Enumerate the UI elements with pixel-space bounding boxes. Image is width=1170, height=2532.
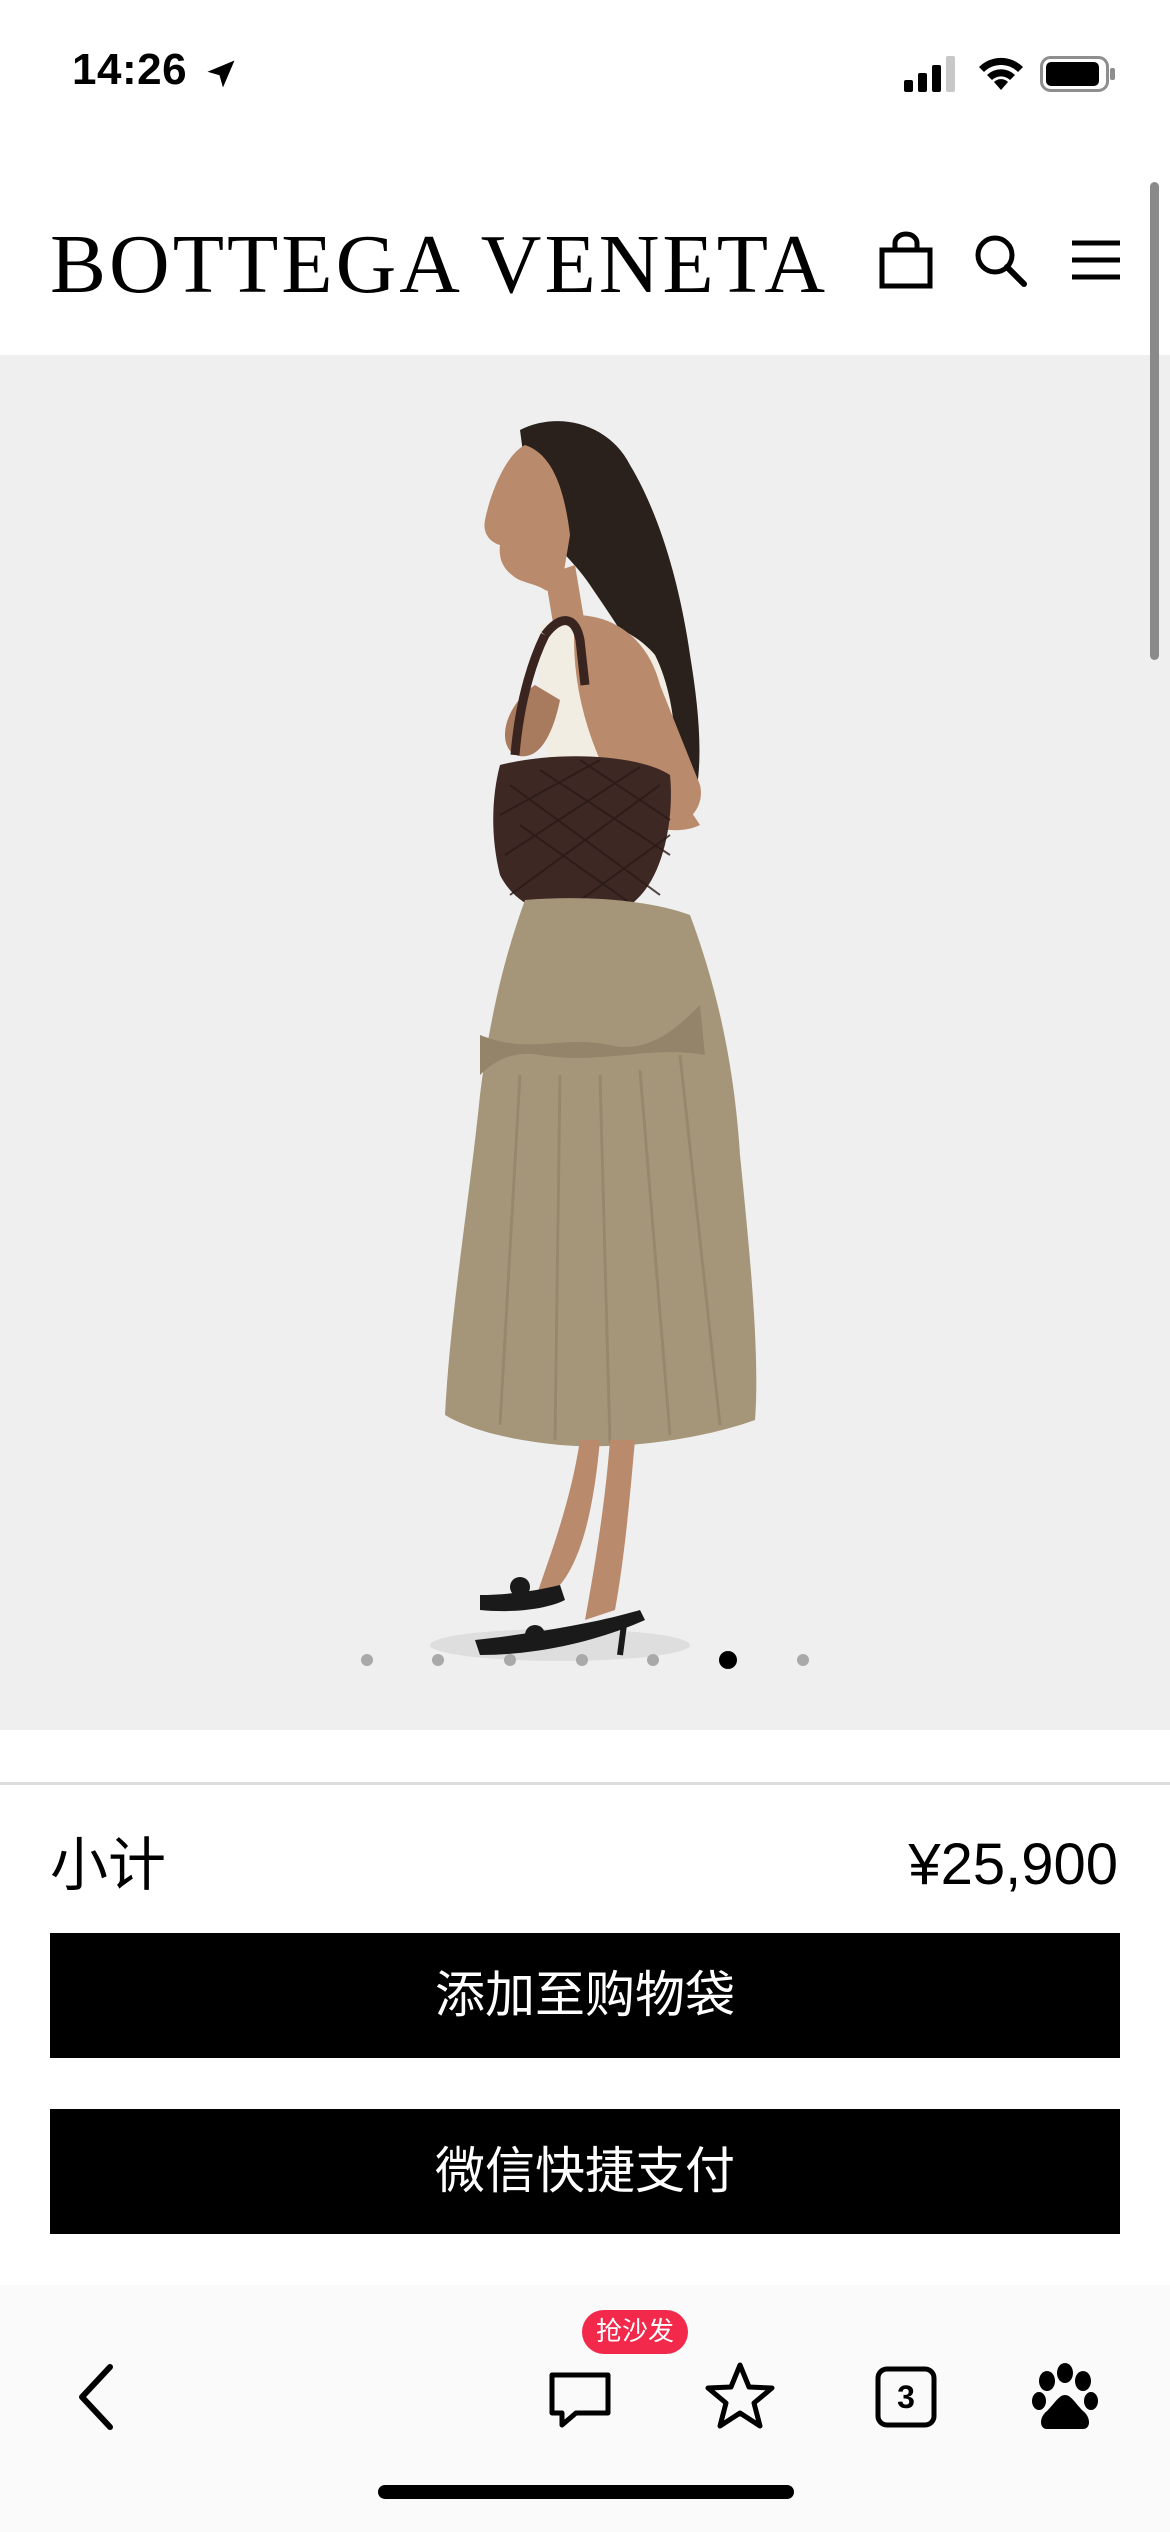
screen: 14:26 BOTTEGA VENETA 小计 ¥25,900 添加至购物袋 微…	[0, 0, 1170, 2532]
location-arrow-icon	[207, 60, 235, 88]
divider	[0, 1782, 1170, 1785]
product-image	[430, 421, 757, 1661]
wifi-icon	[979, 57, 1023, 90]
subtotal-label: 小计	[50, 1831, 167, 1899]
shopping-bag-icon[interactable]	[876, 230, 936, 290]
subtotal-price: ¥25,900	[908, 1832, 1118, 1897]
status-bar: 14:26	[0, 0, 1170, 150]
carousel-dot[interactable]	[576, 1654, 588, 1666]
carousel-dot-active[interactable]	[719, 1651, 737, 1669]
carousel-dot[interactable]	[797, 1654, 809, 1666]
carousel-dot[interactable]	[361, 1654, 373, 1666]
carousel-dot[interactable]	[647, 1654, 659, 1666]
battery-icon	[1040, 56, 1115, 92]
search-icon[interactable]	[970, 230, 1030, 290]
wechat-pay-button[interactable]: 微信快捷支付	[50, 2109, 1120, 2234]
carousel-dot[interactable]	[504, 1654, 516, 1666]
site-header: BOTTEGA VENETA	[0, 175, 1170, 355]
add-to-bag-button[interactable]: 添加至购物袋	[50, 1933, 1120, 2058]
comment-icon[interactable]	[540, 2357, 620, 2437]
menu-icon[interactable]	[1066, 230, 1126, 290]
tabs-button[interactable]: 3	[866, 2357, 946, 2437]
scroll-indicator	[1150, 182, 1159, 660]
carousel-dot[interactable]	[432, 1654, 444, 1666]
baidu-paw-icon[interactable]	[1025, 2357, 1105, 2437]
product-gallery[interactable]	[0, 355, 1170, 1730]
sofa-badge[interactable]: 抢沙发	[582, 2310, 689, 2354]
tabs-count: 3	[897, 2379, 915, 2415]
star-icon[interactable]	[700, 2357, 780, 2437]
home-indicator[interactable]	[378, 2485, 794, 2499]
brand-logo[interactable]: BOTTEGA VENETA	[50, 217, 828, 313]
back-icon[interactable]	[60, 2357, 140, 2437]
signal-icon	[904, 56, 955, 92]
status-time: 14:26	[72, 45, 188, 94]
carousel-dots	[0, 1645, 1170, 1675]
